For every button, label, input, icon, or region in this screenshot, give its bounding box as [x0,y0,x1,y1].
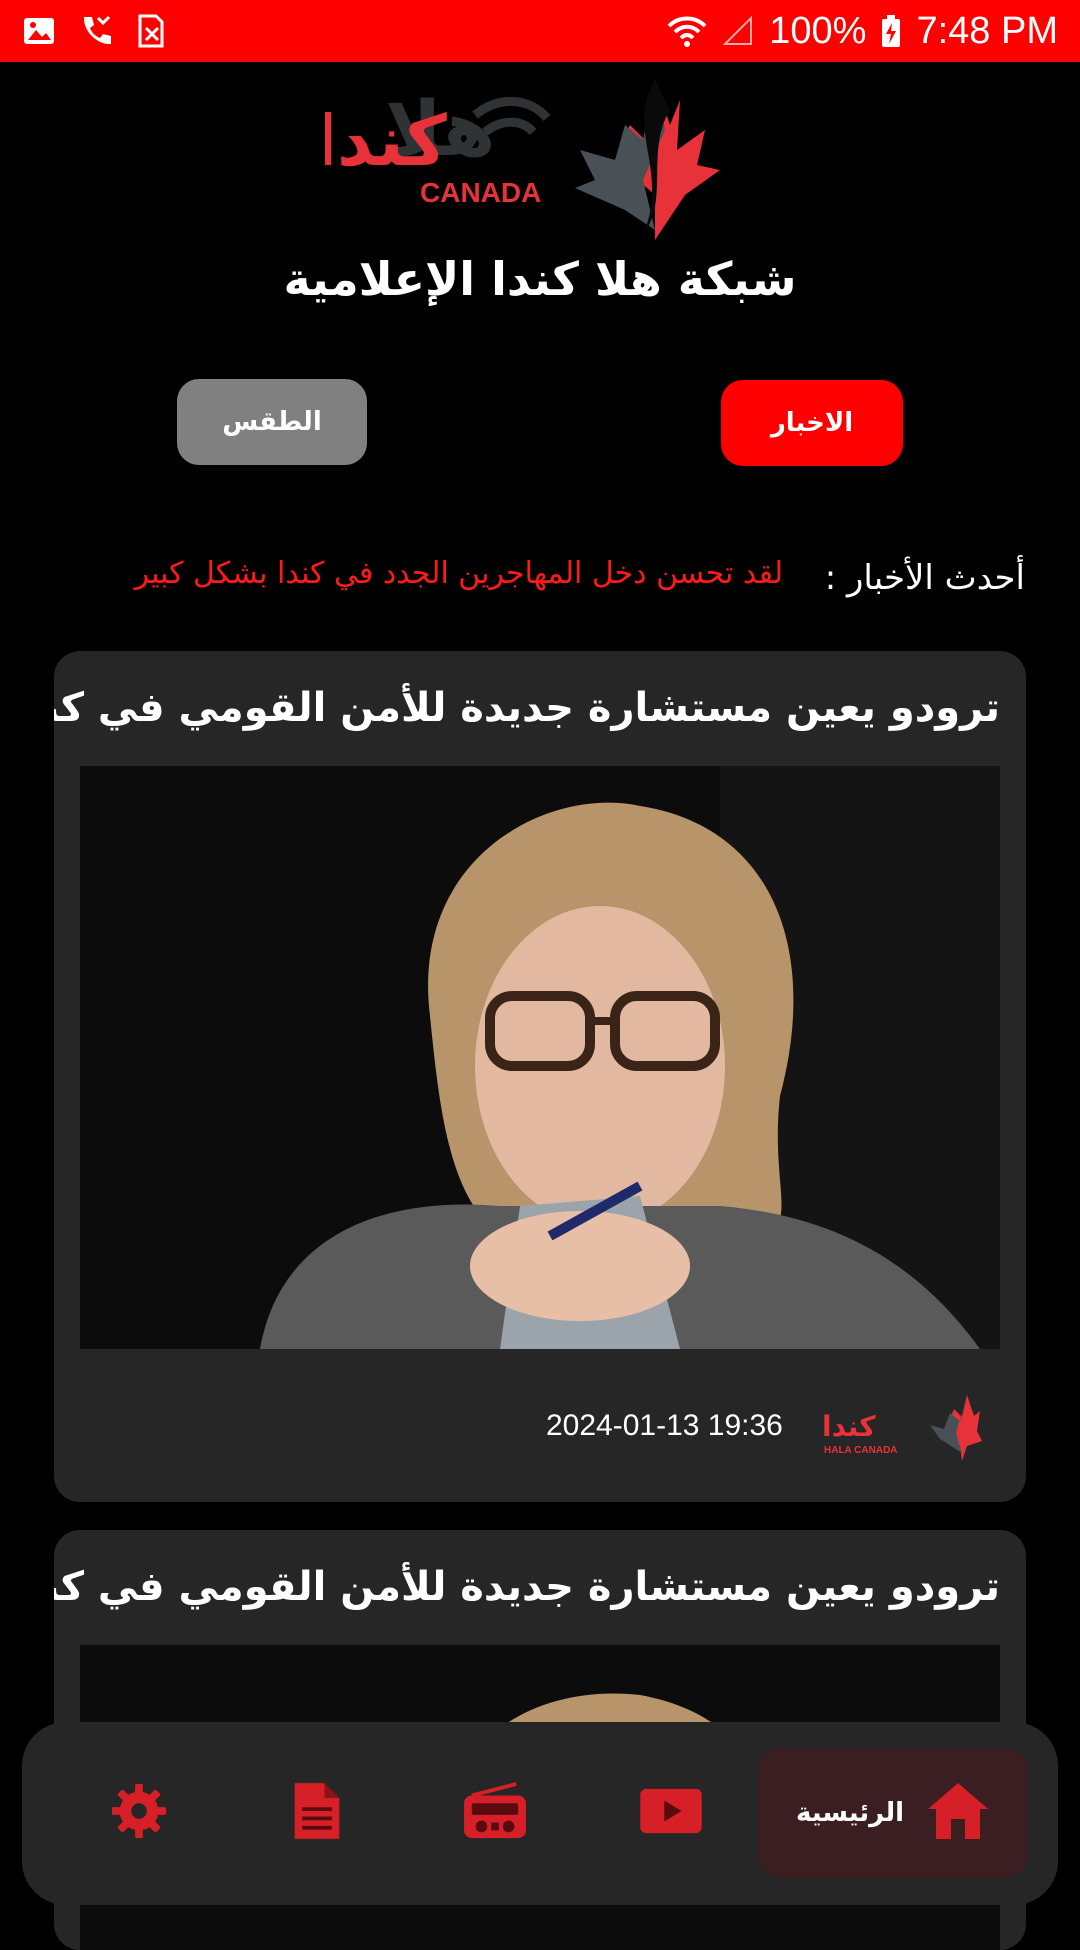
network-title: شبكة هلا كندا الإعلامية [283,252,797,306]
home-icon [926,1779,990,1847]
document-icon [291,1780,343,1846]
signal-icon [721,14,755,48]
news-card-image[interactable] [80,766,1000,1349]
news-card-title[interactable]: ترودو يعين مستشارة جديدة للأمن القومي في… [54,685,1000,731]
sim-off-icon [134,14,168,48]
nav-settings[interactable] [89,1757,189,1869]
latest-news-label: أحدث الأخبار : [824,558,1025,598]
news-tab-button[interactable]: الاخبار [721,380,903,466]
source-logo: كندا HALA CANADA [822,1391,982,1463]
radio-icon [462,1782,528,1844]
clock: 7:48 PM [916,9,1058,52]
svg-text:كندا: كندا [822,1410,876,1443]
nav-videos[interactable] [621,1757,721,1869]
status-bar-notifications [22,14,168,48]
youtube-icon [638,1787,704,1839]
maple-leaf-icon [575,80,720,240]
nav-home[interactable]: الرئيسية [758,1748,1028,1878]
status-bar-system: 100% 7:48 PM [667,10,1058,53]
battery-charging-icon [880,14,902,48]
image-icon [22,14,56,48]
status-bar: 100% 7:48 PM [0,0,1080,62]
bottom-navigation: الرئيسية [22,1722,1058,1905]
news-card[interactable]: ترودو يعين مستشارة جديدة للأمن القومي في… [54,651,1026,1502]
weather-tab-button[interactable]: الطقس [177,379,367,465]
svg-text:كندا: كندا [325,100,447,182]
svg-text:HALA CANADA: HALA CANADA [824,1445,898,1456]
news-card-title[interactable]: ترودو يعين مستشارة جديدة للأمن القومي في… [54,1564,1000,1610]
news-ticker[interactable]: لقد تحسن دخل المهاجرين الجدد في كندا بشك… [103,556,783,591]
news-card-date: 2024-01-13 19:36 [546,1409,783,1442]
svg-text:CANADA: CANADA [420,177,541,208]
nav-radio[interactable] [445,1757,545,1869]
app-logo: هلا كندا CANADA [313,70,755,245]
battery-percentage: 100% [769,9,867,52]
missed-call-icon [78,14,112,48]
nav-home-label: الرئيسية [795,1798,905,1828]
settings-icon [108,1780,170,1846]
nav-articles[interactable] [267,1757,367,1869]
wifi-icon [667,14,707,48]
